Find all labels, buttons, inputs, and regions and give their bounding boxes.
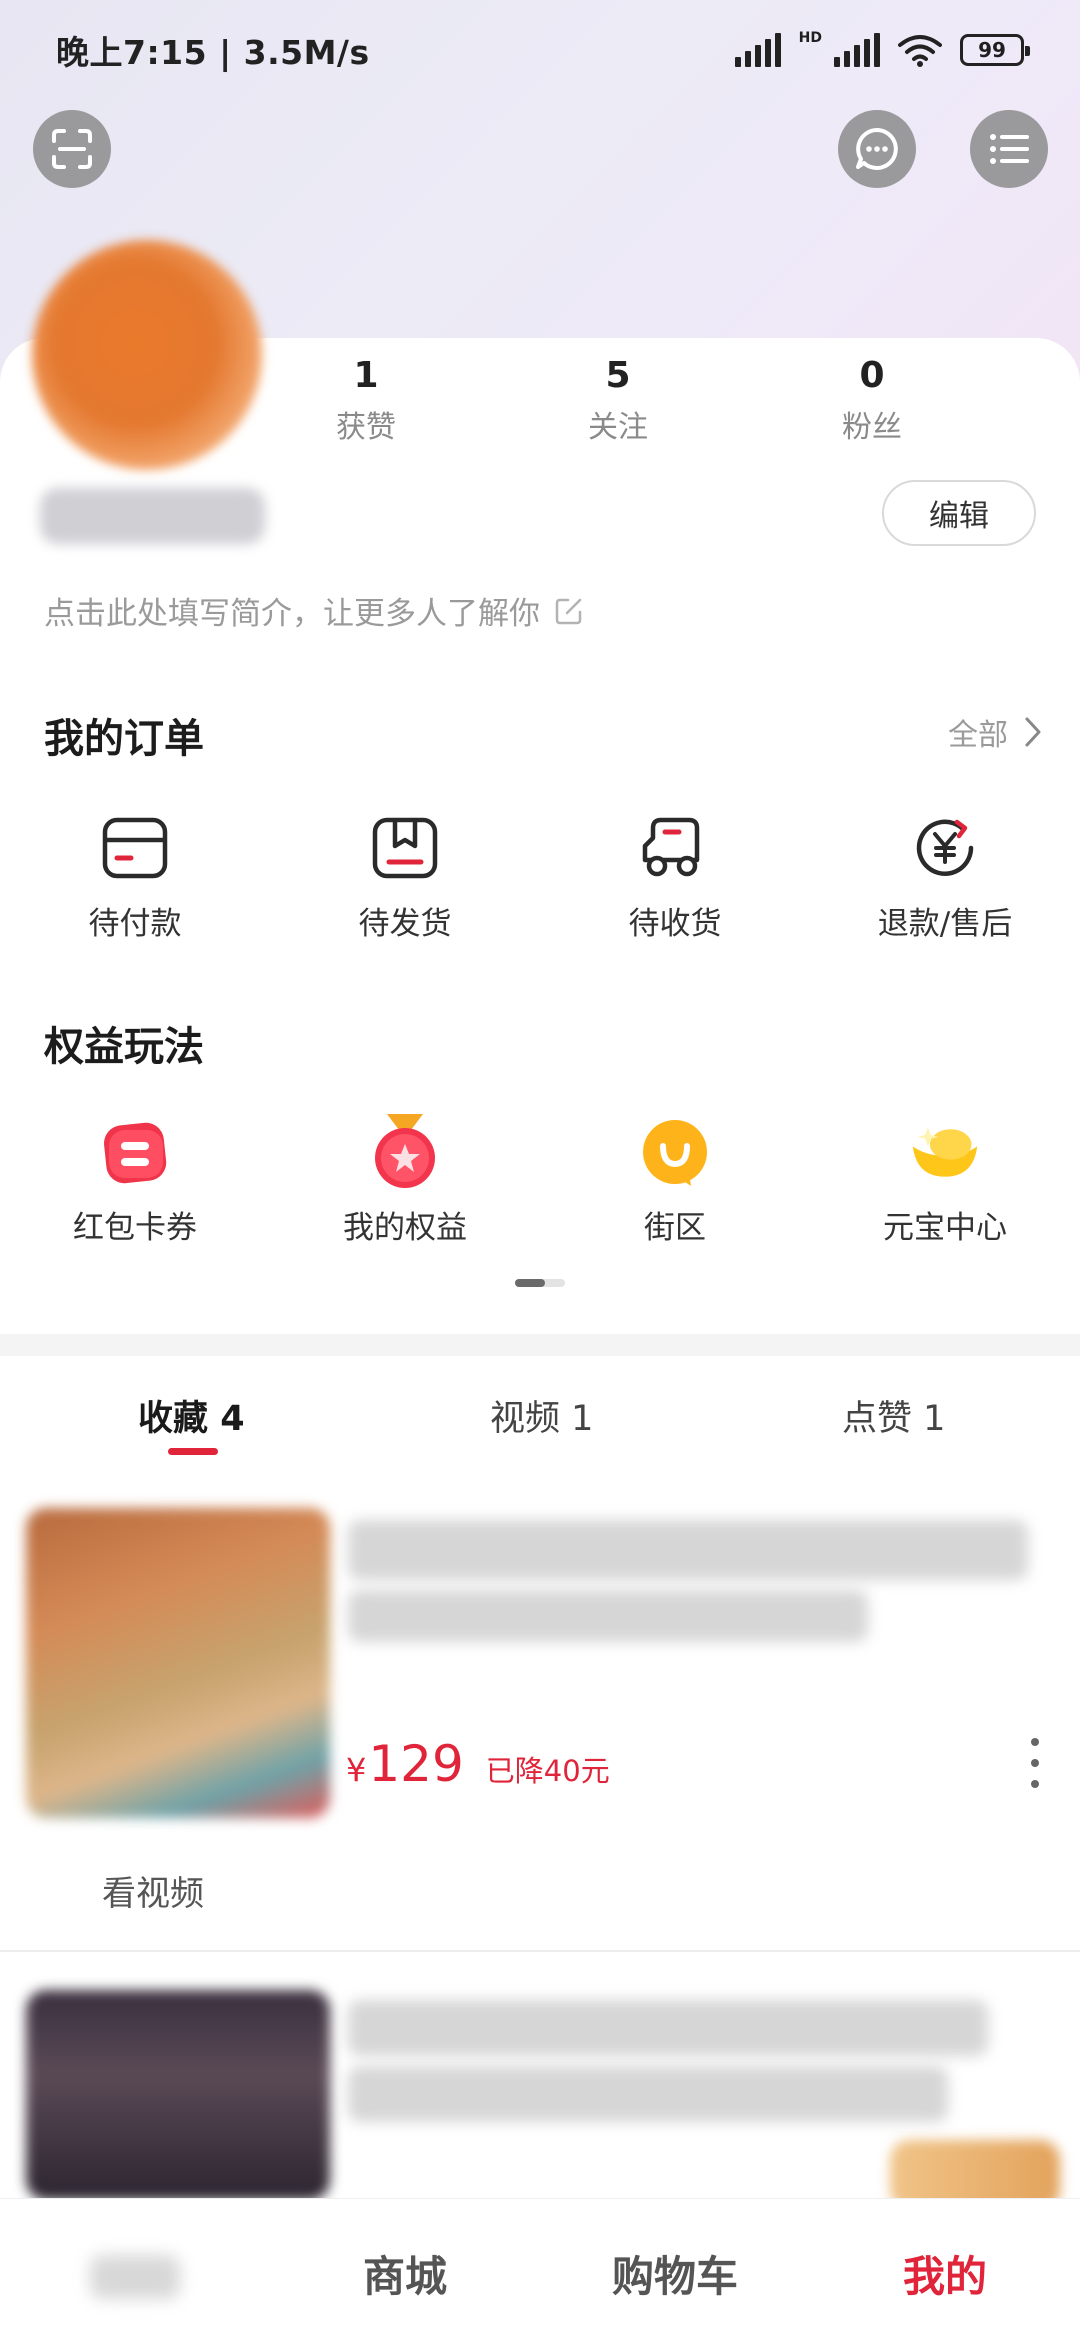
item-separator (0, 1950, 1080, 1952)
profile-stats: 1 获赞 5 关注 0 粉丝 (0, 355, 1080, 455)
benefit-ingot-center[interactable]: 元宝中心 (810, 1116, 1080, 1247)
nav-item-cart[interactable]: 购物车 (540, 2243, 810, 2304)
truck-icon (639, 812, 711, 884)
smile-bubble-icon (639, 1116, 711, 1188)
status-icons: HD 99 (734, 30, 1030, 67)
bottom-navigation: 商城 购物车 我的 (0, 2198, 1080, 2340)
nav-item-home[interactable] (90, 2255, 180, 2299)
benefits-grid: 红包卡券 我的权益 街区 元宝中心 (0, 1114, 1080, 1247)
chevron-right-icon (1025, 717, 1041, 747)
content-tabs: 收藏 4 视频 1 点赞 1 (0, 1380, 1080, 1480)
scan-button[interactable] (33, 110, 111, 188)
package-icon (369, 812, 441, 884)
orders-all-link[interactable]: 全部 (948, 710, 1042, 754)
stat-likes-label: 获赞 (336, 410, 396, 445)
order-pending-shipment[interactable]: 待发货 (270, 812, 540, 943)
stat-fans-count: 0 (859, 355, 885, 396)
tab-videos[interactable]: 视频 1 (490, 1390, 593, 1441)
stat-fans-label: 粉丝 (842, 410, 902, 445)
order-refund-label: 退款/售后 (877, 906, 1013, 942)
benefit-red-packet-label: 红包卡券 (73, 1210, 197, 1246)
stat-following-count: 5 (605, 355, 631, 396)
bio-field[interactable]: 点击此处填写简介，让更多人了解你 (44, 588, 584, 633)
order-refund[interactable]: 退款/售后 (810, 812, 1080, 943)
order-pending-receipt[interactable]: 待收货 (540, 812, 810, 943)
section-divider (0, 1334, 1080, 1356)
status-bar: 晚上7:15 | 3.5M/s HD 99 (0, 0, 1080, 100)
status-time: 晚上7:15 | 3.5M/s (56, 33, 370, 72)
product-title-line2 (348, 1590, 868, 1642)
benefit-my-rights[interactable]: 我的权益 (270, 1114, 540, 1247)
tab-favorites-label: 收藏 (138, 1399, 209, 1439)
active-tab-indicator (168, 1448, 218, 1455)
watch-video-button[interactable]: 看视频 (102, 1866, 204, 1915)
gold-ingot-icon (909, 1116, 981, 1188)
benefits-title: 权益玩法 (44, 1024, 204, 1070)
orders-grid: 待付款 待发货 待收货 退款/售后 (0, 812, 1080, 943)
stat-following[interactable]: 5 关注 (538, 355, 698, 446)
edit-pencil-icon (555, 598, 582, 624)
yuan-refund-icon (909, 812, 981, 884)
medal-icon (369, 1114, 441, 1188)
nav-item-mine[interactable]: 我的 (810, 2243, 1080, 2304)
tab-favorites[interactable]: 收藏 4 (138, 1390, 245, 1441)
nav-item-mall[interactable]: 商城 (270, 2243, 540, 2304)
product-title-2-line2 (348, 2066, 948, 2122)
product-title-2[interactable] (348, 2000, 988, 2056)
chat-bubble-icon (856, 128, 898, 170)
product-title[interactable] (348, 1520, 1028, 1580)
order-pending-payment[interactable]: 待付款 (0, 812, 270, 943)
orders-title: 我的订单 (44, 716, 204, 762)
stat-likes[interactable]: 1 获赞 (286, 355, 446, 446)
red-packet-icon (99, 1116, 171, 1188)
tab-favorites-count: 4 (220, 1399, 245, 1439)
benefit-my-rights-label: 我的权益 (343, 1210, 467, 1246)
order-pending-receipt-label: 待收货 (628, 906, 722, 942)
order-pending-payment-label: 待付款 (88, 906, 182, 942)
bio-placeholder: 点击此处填写简介，让更多人了解你 (44, 596, 540, 632)
page-indicator (515, 1279, 565, 1287)
benefit-street-label: 街区 (644, 1210, 706, 1246)
tab-likes[interactable]: 点赞 1 (842, 1390, 945, 1441)
order-pending-shipment-label: 待发货 (358, 906, 452, 942)
orders-all-label: 全部 (948, 718, 1008, 753)
benefit-red-packet[interactable]: 红包卡券 (0, 1116, 270, 1247)
cell-signal-icon (734, 33, 781, 67)
benefit-street[interactable]: 街区 (540, 1116, 810, 1247)
price-value: 129 (368, 1735, 464, 1793)
menu-list-icon (990, 134, 1029, 164)
message-button[interactable] (838, 110, 916, 188)
cell-signal-2-icon (834, 33, 880, 67)
product-thumbnail[interactable] (26, 1508, 330, 1818)
price-symbol: ¥ (346, 1751, 367, 1789)
menu-button[interactable] (970, 110, 1048, 188)
product-thumbnail-2[interactable] (26, 1990, 330, 2200)
scan-icon (52, 129, 92, 169)
username (40, 488, 265, 544)
product-price: ¥ 129 已降40元 (346, 1735, 610, 1793)
more-options-icon[interactable] (1030, 1738, 1040, 1788)
stat-following-label: 关注 (588, 410, 648, 445)
benefit-ingot-center-label: 元宝中心 (883, 1210, 1007, 1246)
price-drop-badge: 已降40元 (485, 1754, 610, 1788)
hd-label: HD (798, 30, 822, 46)
stat-fans[interactable]: 0 粉丝 (792, 355, 952, 446)
battery-icon: 99 (960, 34, 1030, 66)
edit-profile-button[interactable]: 编辑 (882, 480, 1036, 546)
wifi-icon (898, 35, 942, 67)
wallet-icon (99, 812, 171, 884)
stat-likes-count: 1 (353, 355, 379, 396)
